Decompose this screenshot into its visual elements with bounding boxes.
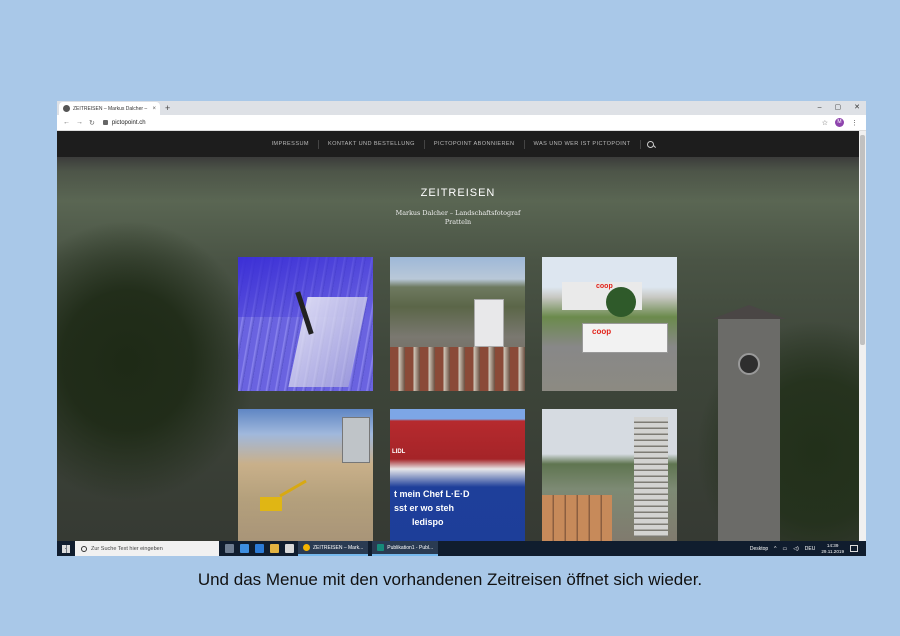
store-logo: LIDL [392, 449, 406, 455]
reload-icon[interactable]: ↻ [89, 119, 95, 127]
url-field[interactable]: pictopoint.ch [102, 120, 146, 126]
taskbar-app-chrome-label: ZEITREISEN – Mark... [313, 544, 364, 551]
taskbar-app-chrome[interactable]: ZEITREISEN – Mark... [298, 541, 369, 556]
mail-icon[interactable] [285, 544, 294, 553]
system-tray: Desktop ^ ▭ ◁) DEU 14:39 29.11.2019 [750, 541, 866, 556]
truck-text-line1: t mein Chef L·E·D [394, 489, 470, 499]
notification-center-icon[interactable] [850, 545, 858, 552]
page-scrollbar[interactable] [859, 131, 866, 541]
gallery-thumb-store[interactable]: LIDL t mein Chef L·E·D sst er wo steh le… [390, 409, 525, 541]
back-arrow-icon[interactable]: ← [63, 119, 70, 126]
explorer-icon[interactable] [270, 544, 279, 553]
gallery-thumb-town[interactable] [390, 257, 525, 391]
truck-text-line3: ledispo [412, 517, 444, 527]
tray-chevron-icon[interactable]: ^ [774, 546, 776, 552]
gallery-thumb-highrise[interactable] [542, 409, 677, 541]
url-text[interactable]: pictopoint.ch [112, 120, 146, 126]
coop-truck-logo: coop [592, 327, 612, 336]
site-description-line2: Pratteln [444, 218, 472, 226]
publisher-icon [377, 544, 385, 551]
scrollbar-thumb[interactable] [860, 135, 865, 345]
site-description-line1: Markus Dalcher – Landschaftsfotograf [395, 209, 521, 217]
profile-avatar[interactable]: M [835, 118, 844, 127]
nav-was-und-wer[interactable]: WAS UND WER IST PICTOPOINT [525, 139, 641, 149]
site-navigation: IMPRESSUM KONTAKT UND BESTELLUNG PICTOPO… [57, 131, 859, 157]
taskbar-date: 29.11.2019 [821, 548, 844, 554]
edge-icon[interactable] [255, 544, 264, 553]
address-bar-actions: ☆ M ⋮ [822, 118, 858, 127]
gallery-thumb-coop[interactable]: coop coop [542, 257, 677, 391]
network-icon[interactable]: ▭ [783, 546, 788, 552]
screenshot-screen: ZEITREISEN – Markus Dalcher – L × + – ▢ … [57, 101, 866, 556]
taskbar-clock[interactable]: 14:39 29.11.2019 [821, 543, 844, 555]
taskbar-search[interactable]: Zur Suche Text hier eingeben [75, 541, 219, 556]
nav-impressum[interactable]: IMPRESSUM [262, 139, 319, 149]
maximize-button[interactable]: ▢ [835, 101, 842, 114]
chrome-icon [303, 544, 310, 551]
task-view-icon[interactable] [225, 544, 234, 553]
taskbar-search-icon [81, 545, 87, 552]
windows-taskbar: Zur Suche Text hier eingeben ZEITREISEN … [57, 541, 866, 556]
new-tab-button[interactable]: + [165, 102, 170, 114]
browser-tab-bar: ZEITREISEN – Markus Dalcher – L × + – ▢ … [57, 101, 866, 115]
site-title[interactable]: ZEITREISEN [57, 187, 859, 199]
favicon-icon [63, 105, 70, 112]
coop-logo: coop [596, 283, 613, 290]
pinned-app-icon[interactable] [240, 544, 249, 553]
menu-kebab-icon[interactable]: ⋮ [851, 119, 858, 127]
truck-text-line2: sst er wo steh [394, 503, 455, 513]
gallery-thumb-construction[interactable] [238, 409, 373, 541]
language-indicator[interactable]: DEU [805, 546, 816, 552]
church-tower-background [718, 319, 780, 541]
gallery-thumb-facade[interactable] [238, 257, 373, 391]
browser-tab[interactable]: ZEITREISEN – Markus Dalcher – L × [59, 102, 160, 115]
taskbar-app-publisher[interactable]: Publikation1 - Publ... [372, 541, 439, 556]
lock-icon [102, 120, 108, 125]
window-controls: – ▢ ✕ [818, 101, 860, 114]
search-icon[interactable] [646, 140, 654, 148]
close-window-button[interactable]: ✕ [854, 101, 860, 114]
nav-abonnieren[interactable]: PICTOPOINT ABONNIEREN [425, 139, 525, 149]
address-bar: ← → ↻ pictopoint.ch ☆ M ⋮ [57, 115, 866, 131]
bookmark-star-icon[interactable]: ☆ [822, 119, 828, 127]
taskbar-search-input[interactable]: Zur Suche Text hier eingeben [91, 546, 163, 552]
web-page: IMPRESSUM KONTAKT UND BESTELLUNG PICTOPO… [57, 131, 859, 541]
taskbar-app-publisher-label: Publikation1 - Publ... [387, 544, 434, 551]
forward-arrow-icon[interactable]: → [76, 119, 83, 126]
clock-face-background [738, 353, 760, 375]
tab-close-icon[interactable]: × [152, 106, 156, 112]
slide-caption: Und das Menue mit den vorhandenen Zeitre… [197, 570, 703, 589]
site-description: Markus Dalcher – Landschaftsfotograf Pra… [57, 209, 859, 227]
minimize-button[interactable]: – [818, 101, 822, 114]
volume-icon[interactable]: ◁) [793, 546, 799, 552]
nav-kontakt[interactable]: KONTAKT UND BESTELLUNG [319, 139, 425, 149]
windows-start-icon[interactable] [62, 544, 70, 553]
tab-title: ZEITREISEN – Markus Dalcher – L [73, 105, 150, 112]
desktop-toolbar-label[interactable]: Desktop [750, 546, 768, 552]
